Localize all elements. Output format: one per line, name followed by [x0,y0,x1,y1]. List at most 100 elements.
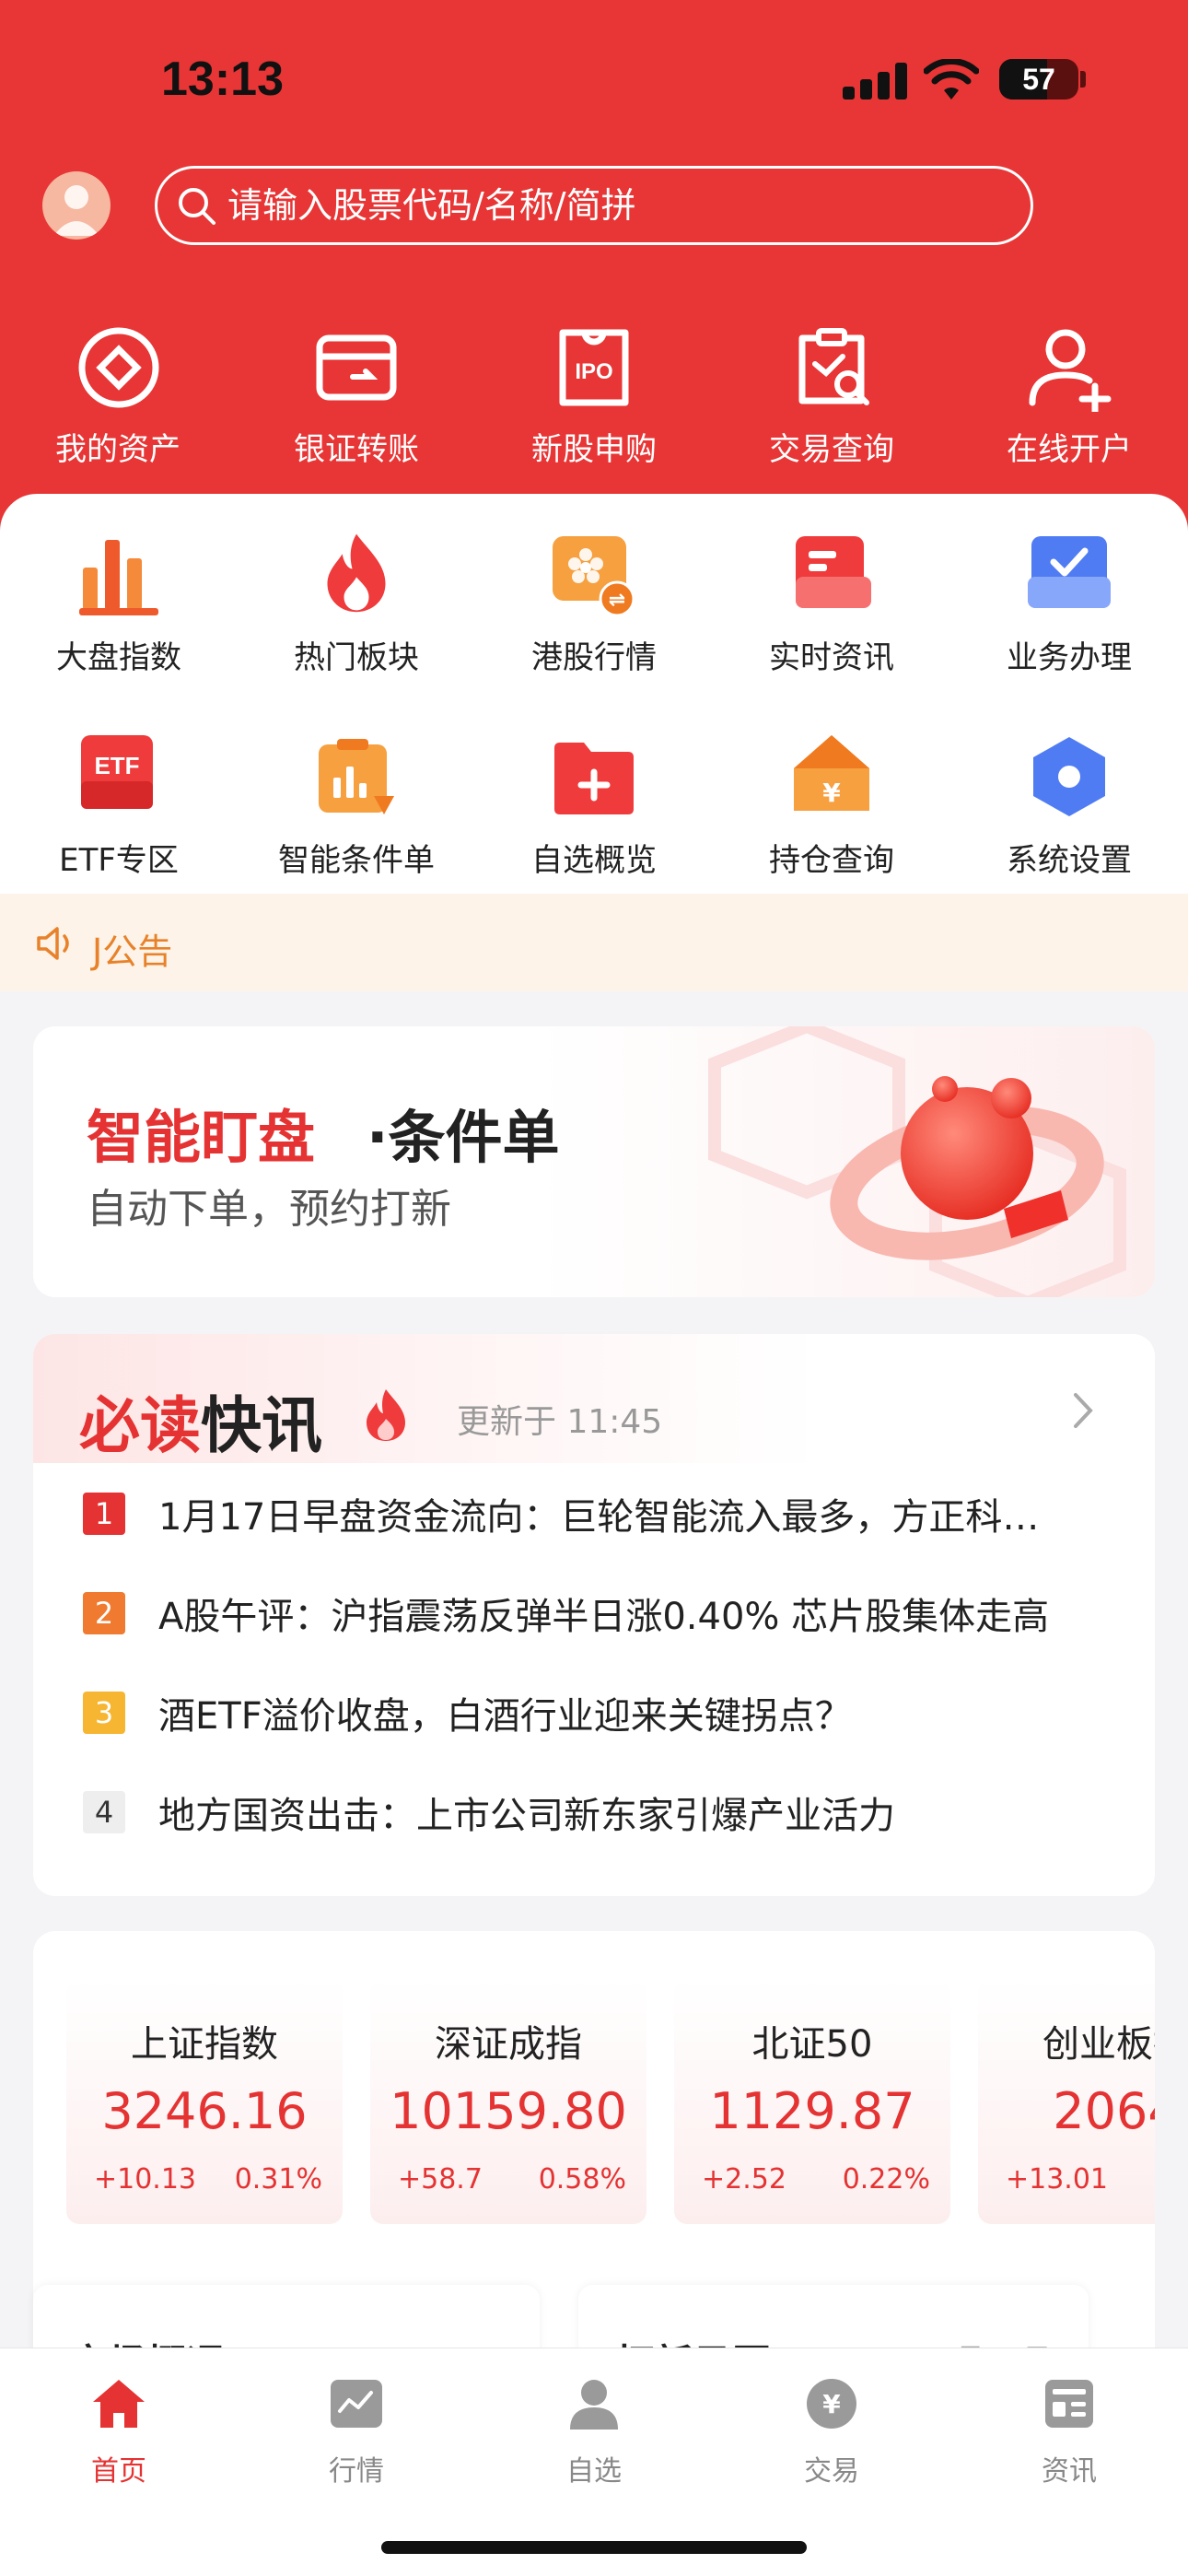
news-item[interactable]: 4 地方国资出击：上市公司新东家引爆产业活力 [83,1778,1124,1852]
grid-item-market-index[interactable]: 大盘指数 [17,632,220,677]
index-clip: 创业板指 2064 +13.01 [978,1979,1155,2224]
banner-subtitle: 自动下单，预约打新 [87,1186,451,1233]
asset-icon [78,327,159,408]
news-item[interactable]: 3 酒ETF溢价收盘，白酒行业迎来关键拐点？ [83,1679,1124,1752]
wifi-icon [924,59,979,100]
tab-news[interactable]: 资讯 [996,2376,1143,2505]
news-item-text: 1月17日早盘资金流向：巨轮智能流入最多，方正科… [158,1496,1040,1539]
news-item-text: 地方国资出击：上市公司新东家引爆产业活力 [158,1795,895,1837]
index-value: 1129.87 [709,2082,915,2140]
grid-item-etf[interactable]: ETF专区 [17,835,220,880]
status-time: 13:13 [161,53,284,106]
house-yen-icon: ¥ [794,735,869,811]
grid-item-positions[interactable]: 持仓查询 [730,835,933,880]
index-card-chinext[interactable]: 创业板指 2064 +13.01 [978,1979,1155,2224]
add-user-icon [1029,329,1112,412]
rank-badge: 2 [83,1592,125,1634]
grid-item-settings[interactable]: 系统设置 [968,835,1171,880]
clipboard-chart-icon [319,739,394,814]
news-tab-icon [1045,2380,1093,2428]
banner-title-dark: ·条件单 [367,1104,560,1171]
bar-chart-icon [79,540,158,615]
svg-text:¥: ¥ [822,778,841,808]
feature-grid-card: 大盘指数 热门板块 ⇌ 港股行情 实时资讯 业务办理 ETF ETF专区 智能条… [0,494,1188,899]
notice-text: J公告 [92,931,173,972]
grid-item-hot-sectors[interactable]: 热门板块 [255,632,458,677]
index-name: 创业板指 [1042,2023,1155,2066]
index-percent: 0.58% [538,2163,626,2195]
chevron-right-icon[interactable] [1065,1388,1101,1434]
tab-label: 自选 [566,2455,622,2488]
home-icon [93,2380,145,2428]
top-action-trade-query[interactable]: 交易查询 [740,424,924,469]
news-icon [796,536,871,608]
tab-label: 交易 [804,2455,859,2488]
top-action-open-account[interactable]: 在线开户 [977,424,1161,469]
top-action-ipo[interactable]: 新股申购 [502,424,686,469]
battery-tip [1080,71,1086,88]
signal-icon [843,63,907,100]
index-percent: 0.22% [842,2163,930,2195]
tab-label: 资讯 [1042,2455,1097,2488]
svg-text:ETF: ETF [94,752,139,779]
ipo-icon: IPO [559,329,629,406]
folder-plus-icon [554,743,634,814]
red-ball-illustration [830,1076,1104,1260]
rank-badge: 1 [83,1493,125,1535]
svg-text:IPO: IPO [575,359,612,384]
avatar[interactable] [42,171,111,240]
user-avatar-icon [53,185,99,236]
tab-watchlist[interactable]: 自选 [520,2376,668,2505]
grid-item-watchlist-overview[interactable]: 自选概览 [493,835,695,880]
index-name: 北证50 [751,2023,873,2066]
banner-title-red: 智能盯盘 [87,1104,316,1171]
news-item-text: A股午评：沪指震荡反弹半日涨0.40% 芯片股集体走高 [158,1596,1050,1638]
index-value: 10159.80 [390,2082,627,2140]
top-action-my-assets[interactable]: 我的资产 [26,424,210,469]
news-item[interactable]: 1 1月17日早盘资金流向：巨轮智能流入最多，方正科… [83,1480,1124,1553]
svg-text:⇌: ⇌ [609,589,625,612]
index-card-shenzhen[interactable]: 深证成指 10159.80 +58.7 0.58% [370,1979,646,2224]
search-bar[interactable] [155,166,1033,245]
person-icon [570,2380,618,2430]
rank-badge: 4 [83,1791,125,1833]
rank-badge: 3 [83,1692,125,1734]
grid-item-smart-order[interactable]: 智能条件单 [255,835,458,880]
trade-query-icon [798,328,869,405]
check-box-icon [1028,536,1111,608]
news-item-text: 酒ETF溢价收盘，白酒行业迎来关键拐点？ [158,1695,852,1738]
index-percent: 0.31% [234,2163,322,2195]
hexagon-icon [1033,737,1105,816]
grid-item-realtime-news[interactable]: 实时资讯 [730,632,933,677]
index-change: +10.13 [94,2163,197,2195]
news-item[interactable]: 2 A股午评：沪指震荡反弹半日涨0.40% 芯片股集体走高 [83,1579,1124,1653]
tab-market[interactable]: 行情 [283,2376,430,2505]
grid-item-hk-quotes[interactable]: 港股行情 [493,632,695,677]
smart-order-banner[interactable]: 智能盯盘 ·条件单 自动下单，预约打新 [33,1026,1155,1297]
index-card-shanghai[interactable]: 上证指数 3246.16 +10.13 0.31% [66,1979,343,2224]
top-action-bank-transfer[interactable]: 银证转账 [264,424,448,469]
transfer-icon [316,334,397,401]
tab-label: 行情 [329,2455,384,2488]
app-root: 13:13 57 请输入股票代码/名称/简拼 我的资产 银证转账 IPO 新股申… [0,0,1188,2576]
news-title-dark: 快讯 [201,1390,322,1461]
notice-bar[interactable]: J公告 [0,894,1188,991]
index-card-bse50[interactable]: 北证50 1129.87 +2.52 0.22% [674,1979,950,2224]
fire-icon [367,1389,405,1441]
battery-level: 57 [1022,63,1055,96]
fire-icon [327,533,386,613]
search-icon [179,188,215,225]
news-card: 必读 快讯 更新于 11:45 1 1月17日早盘资金流向：巨轮智能流入最多，方… [33,1334,1155,1896]
search-input[interactable] [227,169,1001,242]
grid-item-business[interactable]: 业务办理 [968,632,1171,677]
speaker-icon [37,927,69,960]
tab-trade[interactable]: ¥ 交易 [758,2376,905,2505]
news-header: 必读 快讯 更新于 11:45 [33,1334,1155,1463]
tab-home[interactable]: 首页 [45,2376,192,2505]
yen-icon: ¥ [807,2379,856,2429]
news-title-red: 必读 [79,1390,201,1461]
index-change: +58.7 [398,2163,483,2195]
index-name: 深证成指 [435,2023,582,2066]
index-value: 3246.16 [101,2082,308,2140]
etf-icon: ETF [81,735,153,809]
